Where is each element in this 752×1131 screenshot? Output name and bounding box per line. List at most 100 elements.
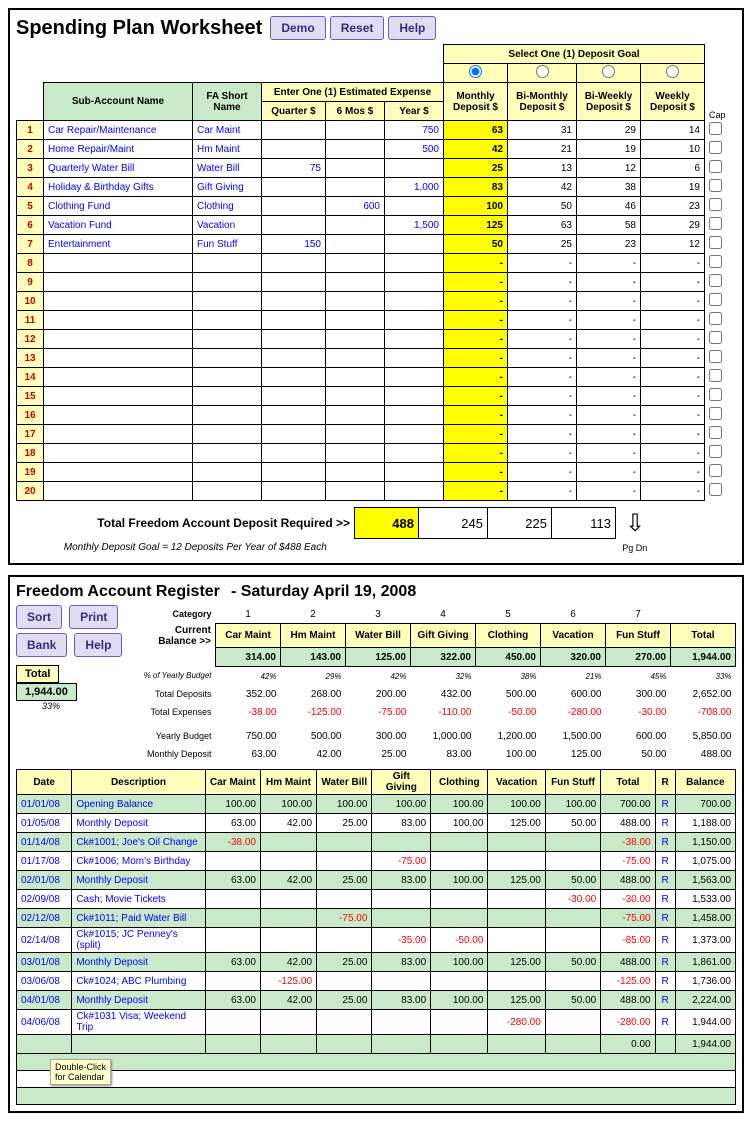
year-cell[interactable]: [385, 311, 444, 330]
tx-date[interactable]: 02/01/08: [17, 871, 72, 890]
sixmos-cell[interactable]: [326, 159, 385, 178]
cap-checkbox[interactable]: [709, 464, 722, 477]
tx-value-cell[interactable]: [372, 1035, 431, 1054]
cap-checkbox[interactable]: [709, 312, 722, 325]
tx-date[interactable]: 03/01/08: [17, 953, 72, 972]
tx-r[interactable]: R: [655, 1010, 675, 1035]
year-cell[interactable]: [385, 273, 444, 292]
tx-r[interactable]: R: [655, 928, 675, 953]
tx-value-cell[interactable]: [545, 1035, 600, 1054]
fa-short-cell[interactable]: Water Bill: [193, 159, 262, 178]
monthly-radio[interactable]: [469, 65, 482, 78]
tx-value-cell[interactable]: 63.00: [205, 814, 260, 833]
sixmos-cell[interactable]: [326, 254, 385, 273]
year-cell[interactable]: [385, 406, 444, 425]
cap-checkbox[interactable]: [709, 160, 722, 173]
tx-date[interactable]: 01/01/08: [17, 795, 72, 814]
cap-checkbox[interactable]: [709, 388, 722, 401]
sub-account-cell[interactable]: [44, 482, 193, 501]
pgdn-arrow-icon[interactable]: ⇩: [625, 509, 645, 538]
weekly-radio[interactable]: [666, 65, 679, 78]
tx-r[interactable]: R: [655, 972, 675, 991]
tx-value-cell[interactable]: [488, 972, 545, 991]
tx-value-cell[interactable]: [431, 909, 488, 928]
tx-date[interactable]: 04/06/08: [17, 1010, 72, 1035]
sixmos-cell[interactable]: [326, 140, 385, 159]
quarter-cell[interactable]: [262, 216, 326, 235]
tx-value-cell[interactable]: 125.00: [488, 814, 545, 833]
tx-value-cell[interactable]: 50.00: [545, 991, 600, 1010]
tx-value-cell[interactable]: 100.00: [317, 795, 372, 814]
tx-value-cell[interactable]: 100.00: [431, 795, 488, 814]
year-cell[interactable]: 500: [385, 140, 444, 159]
quarter-cell[interactable]: [262, 121, 326, 140]
tx-value-cell[interactable]: 50.00: [545, 953, 600, 972]
tx-desc[interactable]: Monthly Deposit: [72, 814, 205, 833]
cap-checkbox[interactable]: [709, 122, 722, 135]
tx-r[interactable]: R: [655, 852, 675, 871]
fa-short-cell[interactable]: [193, 444, 262, 463]
year-cell[interactable]: [385, 159, 444, 178]
tx-value-cell[interactable]: [317, 928, 372, 953]
sixmos-cell[interactable]: [326, 178, 385, 197]
sixmos-cell[interactable]: [326, 292, 385, 311]
quarter-cell[interactable]: [262, 140, 326, 159]
tx-date[interactable]: 02/12/08: [17, 909, 72, 928]
tx-value-cell[interactable]: [488, 833, 545, 852]
tx-value-cell[interactable]: [261, 928, 317, 953]
tx-value-cell[interactable]: [545, 1010, 600, 1035]
sixmos-cell[interactable]: [326, 330, 385, 349]
fa-short-cell[interactable]: Car Maint: [193, 121, 262, 140]
sixmos-cell[interactable]: [326, 387, 385, 406]
sixmos-cell[interactable]: [326, 273, 385, 292]
sub-account-cell[interactable]: [44, 444, 193, 463]
cap-checkbox[interactable]: [709, 198, 722, 211]
cap-checkbox[interactable]: [709, 407, 722, 420]
year-cell[interactable]: [385, 330, 444, 349]
sub-account-cell[interactable]: [44, 368, 193, 387]
fa-short-cell[interactable]: [193, 425, 262, 444]
help-button[interactable]: Help: [388, 16, 436, 40]
cap-checkbox[interactable]: [709, 217, 722, 230]
sixmos-cell[interactable]: [326, 463, 385, 482]
quarter-cell[interactable]: [262, 349, 326, 368]
fa-short-cell[interactable]: [193, 273, 262, 292]
tx-value-cell[interactable]: [261, 909, 317, 928]
sub-account-cell[interactable]: [44, 254, 193, 273]
tx-value-cell[interactable]: [372, 890, 431, 909]
year-cell[interactable]: [385, 254, 444, 273]
year-cell[interactable]: 1,500: [385, 216, 444, 235]
year-cell[interactable]: 1,000: [385, 178, 444, 197]
print-button[interactable]: Print: [69, 605, 118, 629]
cap-checkbox[interactable]: [709, 255, 722, 268]
tx-value-cell[interactable]: -38.00: [205, 833, 260, 852]
tx-value-cell[interactable]: [431, 852, 488, 871]
sub-account-cell[interactable]: [44, 273, 193, 292]
tx-desc[interactable]: Monthly Deposit: [72, 871, 205, 890]
tx-date[interactable]: 03/06/08: [17, 972, 72, 991]
fa-short-cell[interactable]: [193, 254, 262, 273]
tx-date[interactable]: 01/17/08: [17, 852, 72, 871]
cap-checkbox[interactable]: [709, 236, 722, 249]
tx-desc[interactable]: Ck#1024; ABC Plumbing: [72, 972, 205, 991]
sub-account-cell[interactable]: [44, 406, 193, 425]
year-cell[interactable]: [385, 368, 444, 387]
tx-value-cell[interactable]: 42.00: [261, 991, 317, 1010]
quarter-cell[interactable]: [262, 406, 326, 425]
sub-account-cell[interactable]: Vacation Fund: [44, 216, 193, 235]
sort-button[interactable]: Sort: [16, 605, 62, 629]
tx-value-cell[interactable]: [545, 928, 600, 953]
year-cell[interactable]: [385, 444, 444, 463]
sixmos-cell[interactable]: [326, 121, 385, 140]
tx-value-cell[interactable]: 100.00: [545, 795, 600, 814]
quarter-cell[interactable]: [262, 254, 326, 273]
tx-value-cell[interactable]: 125.00: [488, 871, 545, 890]
tx-value-cell[interactable]: 100.00: [205, 795, 260, 814]
fa-short-cell[interactable]: Vacation: [193, 216, 262, 235]
tx-value-cell[interactable]: [261, 833, 317, 852]
tx-value-cell[interactable]: 63.00: [205, 991, 260, 1010]
tx-value-cell[interactable]: [205, 1035, 260, 1054]
fa-short-cell[interactable]: [193, 330, 262, 349]
bank-button[interactable]: Bank: [16, 633, 67, 657]
tx-r[interactable]: R: [655, 814, 675, 833]
